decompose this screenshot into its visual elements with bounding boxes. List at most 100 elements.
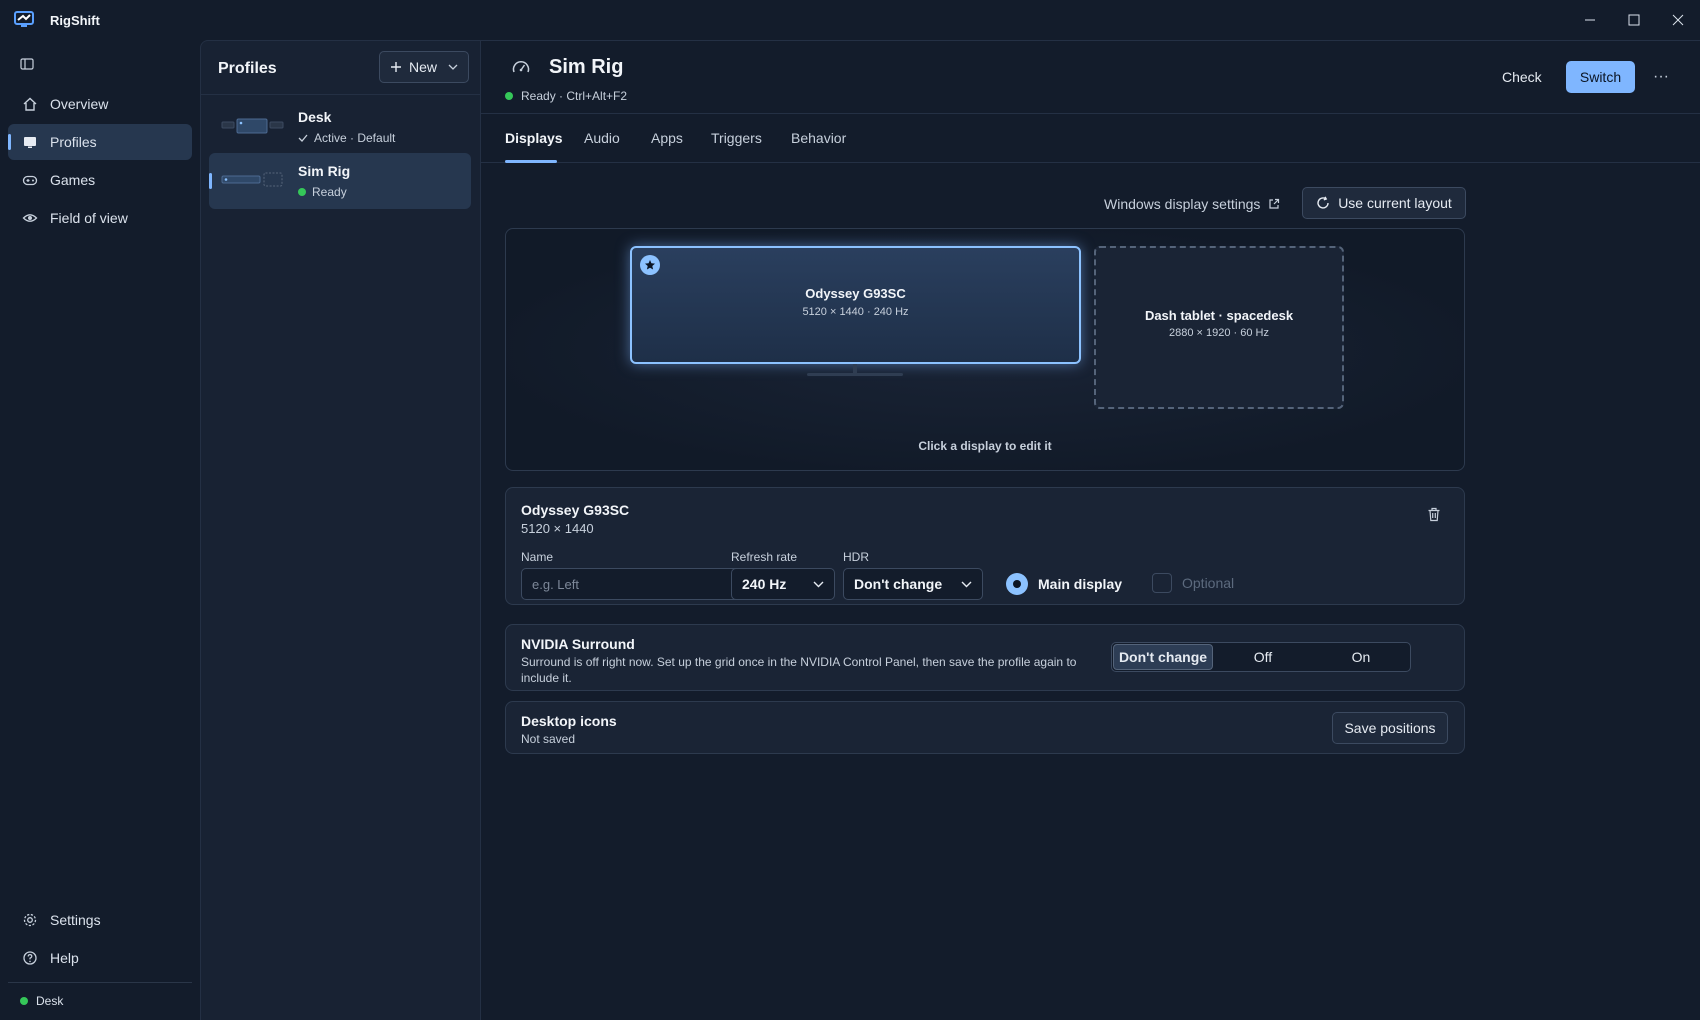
gear-icon bbox=[22, 912, 38, 928]
display-spec: 2880 × 1920 · 60 Hz bbox=[1169, 327, 1269, 339]
nav-item-label: Field of view bbox=[50, 210, 128, 226]
profile-status-text: Ready bbox=[312, 185, 347, 199]
pane-toggle-button[interactable] bbox=[20, 58, 34, 70]
nav-item-label: Profiles bbox=[50, 134, 97, 150]
optional-checkbox[interactable]: Optional bbox=[1152, 573, 1234, 593]
hdr-value: Don't change bbox=[854, 576, 943, 592]
chevron-down-icon bbox=[448, 64, 458, 70]
profile-status: Ready bbox=[298, 185, 347, 199]
maximize-icon bbox=[1628, 14, 1640, 26]
app-logo-icon bbox=[14, 11, 36, 29]
tab-triggers[interactable]: Triggers bbox=[711, 130, 762, 146]
surround-option-off[interactable]: Off bbox=[1214, 643, 1312, 671]
display-name: Dash tablet · spacedesk bbox=[1144, 308, 1294, 323]
profiles-title: Profiles bbox=[218, 60, 277, 77]
nav-item-label: Help bbox=[50, 950, 79, 966]
profile-status: Active · Default bbox=[298, 131, 395, 145]
new-profile-button[interactable]: New bbox=[379, 51, 469, 83]
use-current-layout-label: Use current layout bbox=[1338, 195, 1452, 211]
desktop-icons-status: Not saved bbox=[521, 732, 576, 746]
plus-icon bbox=[390, 61, 402, 73]
nav-item-overview[interactable]: Overview bbox=[8, 86, 192, 122]
app-title: RigShift bbox=[50, 13, 100, 28]
home-icon bbox=[22, 96, 38, 112]
nav-item-settings[interactable]: Settings bbox=[8, 902, 192, 938]
checkmark-icon bbox=[298, 134, 308, 142]
profile-item-sim-rig[interactable]: Sim Rig Ready bbox=[209, 153, 471, 209]
tab-apps[interactable]: Apps bbox=[651, 130, 683, 146]
monitor-stand bbox=[853, 364, 857, 373]
profile-status-text: Ready · Ctrl+Alt+F2 bbox=[521, 89, 628, 103]
tab-behavior[interactable]: Behavior bbox=[791, 130, 846, 146]
close-button[interactable] bbox=[1656, 0, 1700, 40]
maximize-button[interactable] bbox=[1612, 0, 1656, 40]
tab-audio[interactable]: Audio bbox=[584, 130, 620, 146]
nav-item-label: Games bbox=[50, 172, 96, 188]
save-positions-button[interactable]: Save positions bbox=[1332, 712, 1448, 744]
name-field-label: Name bbox=[521, 550, 554, 564]
surround-option-on[interactable]: On bbox=[1312, 643, 1410, 671]
title-bar: RigShift bbox=[0, 0, 1700, 40]
tab-displays[interactable]: Displays bbox=[505, 130, 563, 146]
windows-display-settings-link[interactable]: Windows display settings bbox=[1104, 196, 1280, 212]
profile-subtitle: Ready · Ctrl+Alt+F2 bbox=[505, 89, 627, 103]
switch-button[interactable]: Switch bbox=[1566, 61, 1635, 93]
trash-icon bbox=[1427, 507, 1441, 522]
display-card-odyssey-g93sc[interactable]: Odyssey G93SC 5120 × 1440 · 240 Hz bbox=[630, 246, 1081, 364]
nav-item-help[interactable]: Help bbox=[8, 940, 192, 976]
canvas-hint: Click a display to edit it bbox=[918, 439, 1052, 453]
hdr-label: HDR bbox=[843, 550, 869, 564]
surround-title: NVIDIA Surround bbox=[521, 636, 635, 652]
speedometer-icon bbox=[511, 58, 531, 78]
nav-item-profiles[interactable]: Profiles bbox=[8, 124, 192, 160]
use-current-layout-button[interactable]: Use current layout bbox=[1302, 187, 1466, 219]
profile-item-desk[interactable]: Desk Active · Default bbox=[209, 99, 471, 155]
check-button[interactable]: Check bbox=[1492, 61, 1552, 93]
status-dot bbox=[20, 997, 28, 1005]
profile-name: Sim Rig bbox=[298, 163, 351, 179]
nav-item-games[interactable]: Games bbox=[8, 162, 192, 198]
layout-thumbnail-icon bbox=[221, 113, 285, 141]
checkbox-box bbox=[1152, 573, 1172, 593]
surround-description: Surround is off right now. Set up the gr… bbox=[521, 655, 1077, 685]
profile-title: Sim Rig bbox=[549, 56, 624, 78]
radio-selected-indicator bbox=[1006, 573, 1028, 595]
selection-indicator bbox=[8, 134, 11, 150]
display-spec: 5120 × 1440 · 240 Hz bbox=[802, 306, 909, 318]
profile-name: Desk bbox=[298, 109, 332, 125]
gamepad-icon bbox=[22, 172, 38, 188]
display-arrangement-canvas: Odyssey G93SC 5120 × 1440 · 240 Hz Dash … bbox=[505, 228, 1465, 471]
layout-thumbnail-icon bbox=[221, 167, 285, 195]
profile-status-text: Active · Default bbox=[314, 131, 396, 145]
status-dot bbox=[298, 188, 306, 196]
pane-toggle-icon bbox=[20, 58, 34, 70]
nvidia-surround-card: NVIDIA Surround Surround is off right no… bbox=[505, 624, 1465, 691]
navigation-pane: Overview Profiles Games Field of view Se… bbox=[0, 40, 200, 1020]
display-detail-card: Odyssey G93SC 5120 × 1440 Name Refresh r… bbox=[505, 487, 1465, 605]
refresh-rate-label: Refresh rate bbox=[731, 550, 798, 564]
main-display-radio[interactable]: Main display bbox=[1006, 573, 1122, 595]
minimize-button[interactable] bbox=[1568, 0, 1612, 40]
refresh-icon bbox=[1316, 196, 1330, 210]
active-profile-status: Desk bbox=[20, 994, 63, 1008]
new-button-label: New bbox=[409, 59, 438, 75]
surround-option-dont-change[interactable]: Don't change bbox=[1113, 644, 1213, 670]
nav-item-label: Overview bbox=[50, 96, 109, 112]
monitor-stand-base bbox=[807, 373, 903, 376]
close-icon bbox=[1672, 14, 1684, 26]
active-tab-indicator bbox=[505, 160, 557, 163]
external-link-icon bbox=[1268, 198, 1280, 210]
profiles-header: Profiles New bbox=[201, 41, 480, 95]
optional-label: Optional bbox=[1182, 575, 1235, 591]
profile-header: Sim Rig Ready · Ctrl+Alt+F2 Check Switch… bbox=[481, 41, 1700, 114]
delete-display-button[interactable] bbox=[1427, 507, 1441, 522]
display-name-input[interactable] bbox=[521, 568, 742, 600]
hdr-select[interactable]: Don't change bbox=[843, 568, 983, 600]
display-card-dash-tablet[interactable]: Dash tablet · spacedesk 2880 × 1920 · 60… bbox=[1094, 246, 1344, 409]
desktop-icons-title: Desktop icons bbox=[521, 713, 617, 729]
display-detail-title: Odyssey G93SC bbox=[521, 502, 630, 518]
profile-tabs: Displays Audio Apps Triggers Behavior bbox=[481, 114, 1700, 163]
nav-item-field-of-view[interactable]: Field of view bbox=[8, 200, 192, 236]
more-options-button[interactable]: ··· bbox=[1647, 61, 1675, 93]
refresh-rate-select[interactable]: 240 Hz bbox=[731, 568, 835, 600]
